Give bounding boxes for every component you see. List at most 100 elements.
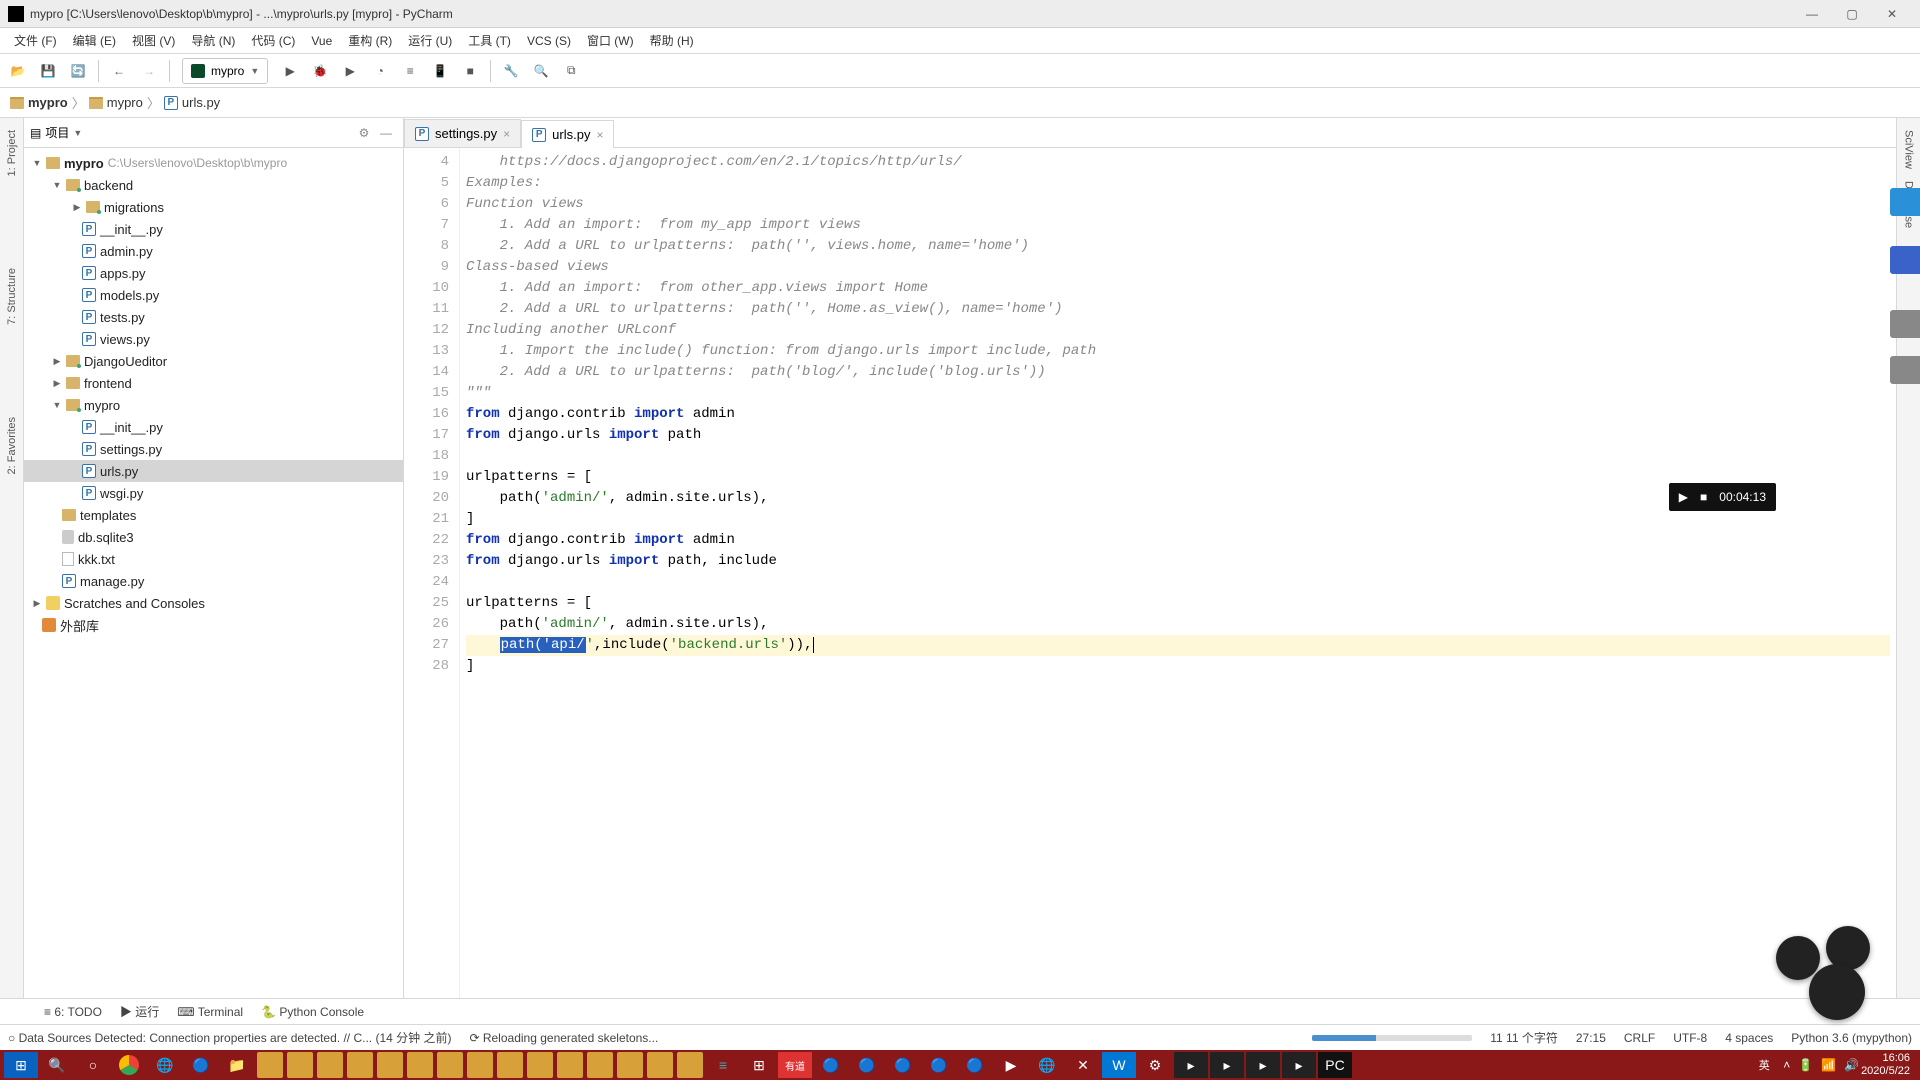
collapse-button[interactable]: — [375, 122, 397, 144]
menu-vue[interactable]: Vue [303, 29, 340, 53]
edge-badge[interactable] [1890, 356, 1920, 384]
taskbar-app[interactable]: 🌐 [148, 1052, 182, 1078]
menu-edit[interactable]: 编辑 (E) [65, 29, 124, 53]
taskbar-folder[interactable] [557, 1052, 583, 1078]
tree-node-backend[interactable]: ▼backend [24, 174, 403, 196]
floating-button[interactable] [1776, 936, 1820, 980]
video-overlay[interactable]: ▶ ■ 00:04:13 [1669, 483, 1776, 511]
tree-node-file[interactable]: P__init__.py [24, 218, 403, 240]
tree-node-external[interactable]: 外部库 [24, 614, 403, 636]
menu-window[interactable]: 窗口 (W) [579, 29, 642, 53]
save-button[interactable]: 💾 [34, 57, 62, 85]
project-label[interactable]: 项目 [45, 124, 69, 141]
status-encoding[interactable]: UTF-8 [1673, 1031, 1707, 1045]
menu-help[interactable]: 帮助 (H) [642, 29, 702, 53]
run-button[interactable]: ▶ [276, 57, 304, 85]
taskbar-app[interactable]: ▸ [1210, 1052, 1244, 1078]
play-icon[interactable]: ▶ [1679, 490, 1688, 504]
tab-favorites[interactable]: 2: Favorites [4, 411, 20, 480]
crumb-1[interactable]: mypro [89, 95, 143, 110]
tree-node-templates[interactable]: templates [24, 504, 403, 526]
taskbar-folder[interactable] [527, 1052, 553, 1078]
edge-badge[interactable] [1890, 246, 1920, 274]
taskbar-app[interactable]: W [1102, 1052, 1136, 1078]
taskbar-app[interactable]: 🔵 [922, 1052, 956, 1078]
taskbar-app[interactable]: ≡ [706, 1052, 740, 1078]
menu-view[interactable]: 视图 (V) [124, 29, 183, 53]
stop-button[interactable]: ■ [456, 57, 484, 85]
menu-file[interactable]: 文件 (F) [6, 29, 65, 53]
taskbar-app[interactable]: 📁 [220, 1052, 254, 1078]
tree-node-file[interactable]: P__init__.py [24, 416, 403, 438]
chevron-down-icon[interactable]: ▼ [73, 128, 82, 138]
taskbar-folder[interactable] [317, 1052, 343, 1078]
gear-icon[interactable]: ⚙ [353, 122, 375, 144]
tray-chevron-icon[interactable]: ˄ [1783, 1058, 1790, 1072]
tree-node-file[interactable]: Padmin.py [24, 240, 403, 262]
tree-node-file[interactable]: Papps.py [24, 262, 403, 284]
tree-node[interactable]: ▶DjangoUeditor [24, 350, 403, 372]
status-eol[interactable]: CRLF [1624, 1031, 1655, 1045]
sync-button[interactable]: 🔄 [64, 57, 92, 85]
crumb-root[interactable]: mypro [10, 95, 68, 110]
tree-node-manage[interactable]: Pmanage.py [24, 570, 403, 592]
close-button[interactable]: ✕ [1872, 0, 1912, 28]
taskbar-folder[interactable] [467, 1052, 493, 1078]
search-button[interactable]: 🔍 [527, 57, 555, 85]
taskbar-pycharm[interactable]: PC [1318, 1052, 1352, 1078]
open-button[interactable]: 📂 [4, 57, 32, 85]
run-tool[interactable]: ▶ 运行 [120, 1003, 159, 1020]
maximize-button[interactable]: ▢ [1832, 0, 1872, 28]
status-position[interactable]: 27:15 [1576, 1031, 1606, 1045]
crumb-2[interactable]: Purls.py [164, 95, 220, 110]
taskbar-folder[interactable] [497, 1052, 523, 1078]
terminal-tool[interactable]: ⌨ Terminal [177, 1005, 243, 1019]
menu-code[interactable]: 代码 (C) [243, 29, 303, 53]
code-body[interactable]: https://docs.djangoproject.com/en/2.1/to… [460, 148, 1896, 998]
taskbar-folder[interactable] [407, 1052, 433, 1078]
taskbar-clock[interactable]: 16:06 2020/5/22 [1861, 1052, 1916, 1078]
menu-navigate[interactable]: 导航 (N) [183, 29, 243, 53]
taskbar-app[interactable] [112, 1052, 146, 1078]
taskbar-app[interactable]: ⊞ [742, 1052, 776, 1078]
taskbar-app[interactable]: ▶ [994, 1052, 1028, 1078]
taskbar-app[interactable]: 🔵 [958, 1052, 992, 1078]
attach-button[interactable]: 📱 [426, 57, 454, 85]
taskbar-folder[interactable] [257, 1052, 283, 1078]
tree-node-mypro[interactable]: ▼mypro [24, 394, 403, 416]
taskbar-app[interactable]: 🔵 [814, 1052, 848, 1078]
taskbar-folder[interactable] [677, 1052, 703, 1078]
todo-tool[interactable]: ≡ 6: TODO [44, 1005, 102, 1019]
menu-refactor[interactable]: 重构 (R) [340, 29, 400, 53]
taskbar-app[interactable]: 🔵 [886, 1052, 920, 1078]
tab-structure[interactable]: 7: Structure [4, 262, 20, 331]
tree-node-file[interactable]: Pmodels.py [24, 284, 403, 306]
stop-icon[interactable]: ■ [1700, 490, 1707, 504]
project-tree[interactable]: ▼mypro C:\Users\lenovo\Desktop\b\mypro ▼… [24, 148, 403, 998]
taskbar-app[interactable]: ▸ [1246, 1052, 1280, 1078]
taskbar-folder[interactable] [347, 1052, 373, 1078]
taskbar-app[interactable]: 🔵 [184, 1052, 218, 1078]
edge-badge[interactable] [1890, 310, 1920, 338]
taskbar-app[interactable]: ⚙ [1138, 1052, 1172, 1078]
tree-node-urls-selected[interactable]: Purls.py [24, 460, 403, 482]
tree-node-scratches[interactable]: ▶Scratches and Consoles [24, 592, 403, 614]
code-editor[interactable]: 4567891011121314151617181920212223242526… [404, 148, 1896, 998]
status-indent[interactable]: 4 spaces [1725, 1031, 1773, 1045]
taskbar-app[interactable]: 有道 [778, 1052, 812, 1078]
menu-vcs[interactable]: VCS (S) [519, 29, 579, 53]
menu-tools[interactable]: 工具 (T) [460, 29, 519, 53]
search-button[interactable]: 🔍 [40, 1052, 74, 1078]
tree-root[interactable]: ▼mypro C:\Users\lenovo\Desktop\b\mypro [24, 152, 403, 174]
taskbar-app[interactable]: ✕ [1066, 1052, 1100, 1078]
python-console-tool[interactable]: 🐍 Python Console [261, 1005, 364, 1019]
close-tab-icon[interactable]: × [503, 127, 510, 141]
tab-settings[interactable]: Psettings.py× [404, 119, 521, 147]
tree-node-file[interactable]: Pwsgi.py [24, 482, 403, 504]
taskbar-app[interactable]: 🔵 [850, 1052, 884, 1078]
tree-node-file[interactable]: Ptests.py [24, 306, 403, 328]
tree-node-file[interactable]: Pviews.py [24, 328, 403, 350]
taskbar-folder[interactable] [617, 1052, 643, 1078]
tree-node-txt[interactable]: kkk.txt [24, 548, 403, 570]
system-tray[interactable]: ˄ 🔋 📶 🔊 [1783, 1058, 1859, 1072]
